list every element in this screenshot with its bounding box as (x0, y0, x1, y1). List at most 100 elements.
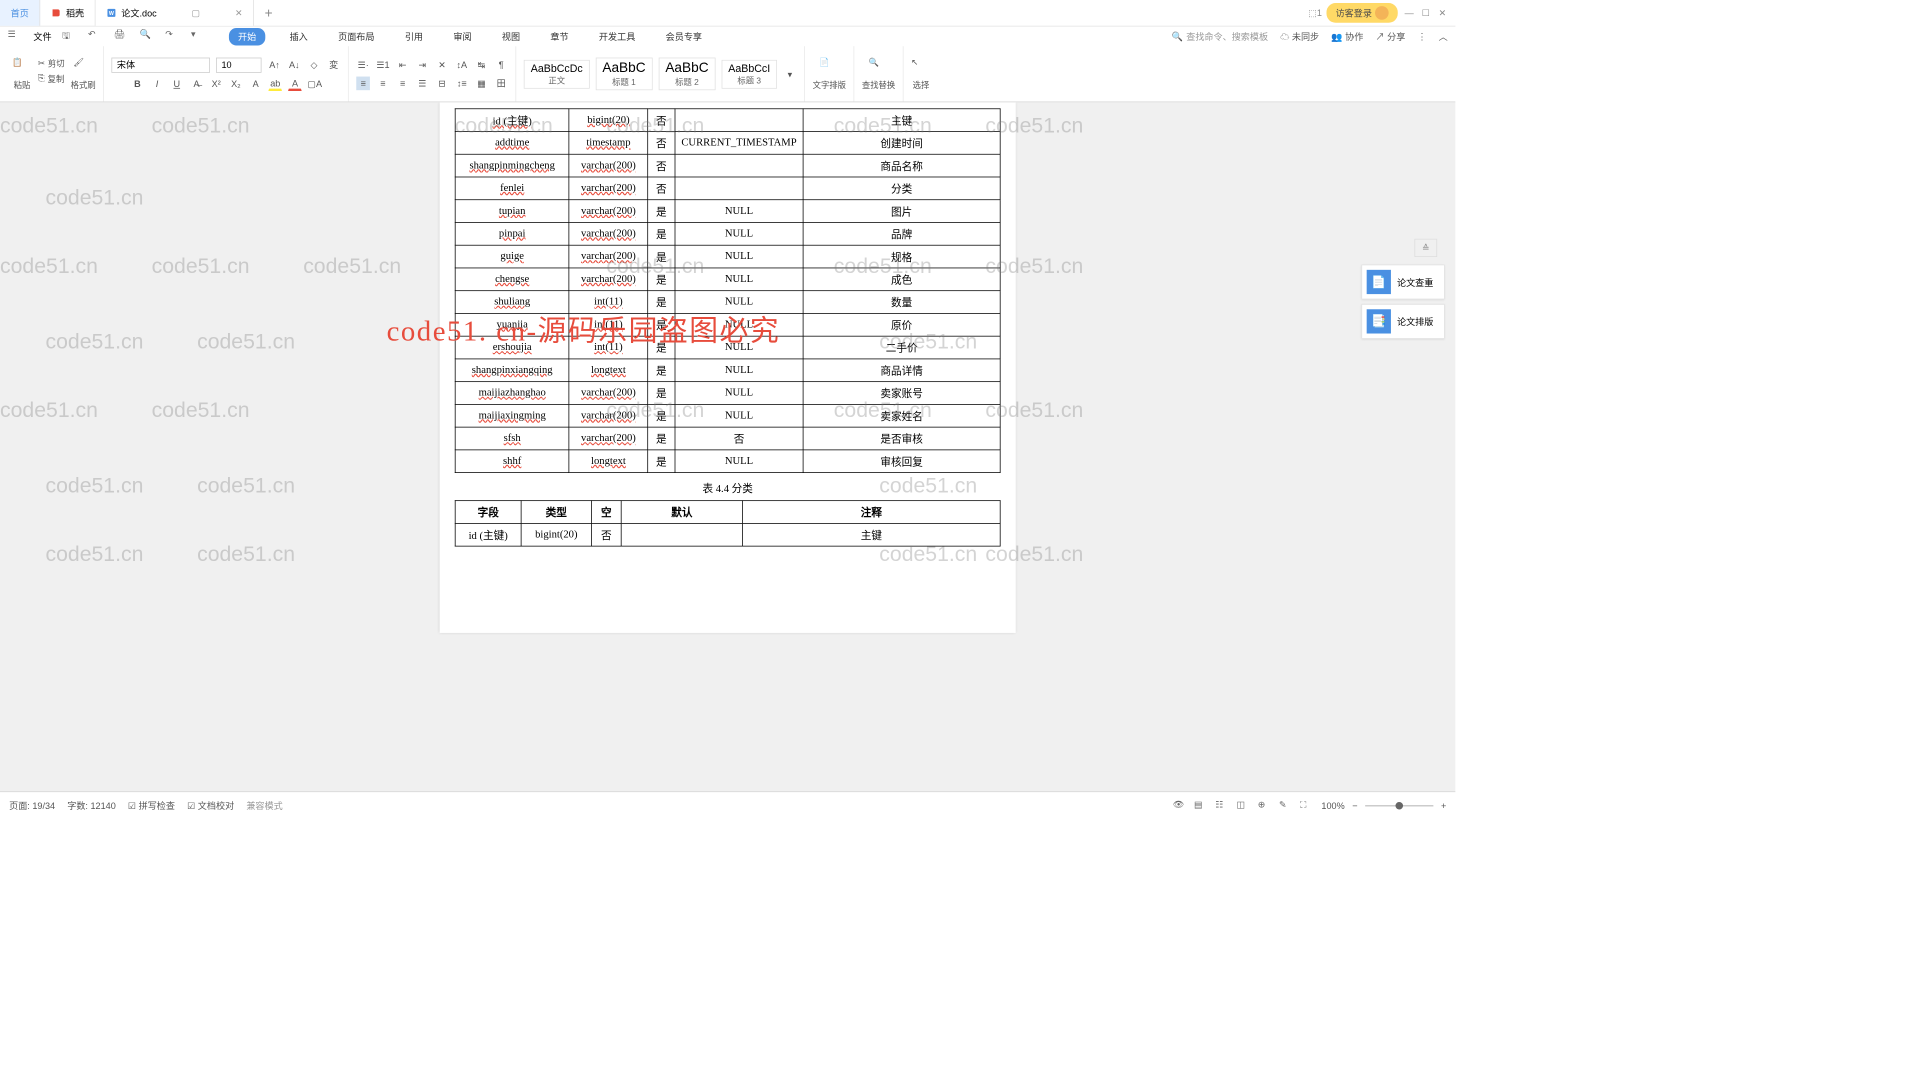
table-cell[interactable]: NULL (675, 336, 803, 359)
table-row[interactable]: guigevarchar(200)是NULL规格 (455, 245, 1000, 268)
table-cell[interactable]: 成色 (803, 268, 1000, 291)
zoom-percent[interactable]: 100% (1321, 800, 1344, 811)
table-1[interactable]: id (主键)bigint(20)否主键addtimetimestamp否CUR… (455, 108, 1001, 473)
fit-icon[interactable]: ⛶ (1300, 799, 1314, 813)
size-select[interactable] (216, 57, 261, 72)
align-right-icon[interactable]: ≡ (396, 76, 410, 90)
table-cell[interactable]: 审核回复 (803, 450, 1000, 473)
ribbon-tab-review[interactable]: 审阅 (447, 28, 477, 44)
side-check-button[interactable]: 📄 论文查重 (1361, 265, 1444, 300)
table-cell[interactable]: NULL (675, 268, 803, 291)
table-cell[interactable]: varchar(200) (569, 177, 647, 200)
borders-icon[interactable]: 田 (494, 76, 508, 90)
table-cell[interactable] (621, 523, 742, 546)
italic-icon[interactable]: I (150, 77, 164, 91)
table-cell[interactable]: int(11) (569, 313, 647, 336)
table-cell[interactable]: sfsh (455, 427, 569, 450)
collab-button[interactable]: 👥 协作 (1331, 30, 1363, 43)
table-row[interactable]: shuliangint(11)是NULL数量 (455, 291, 1000, 314)
collapse-ribbon-icon[interactable]: ︿ (1439, 30, 1448, 43)
table-cell[interactable]: shhf (455, 450, 569, 473)
table-cell[interactable]: 商品详情 (803, 359, 1000, 382)
table-cell[interactable]: 品牌 (803, 222, 1000, 245)
table-row[interactable]: fenleivarchar(200)否分类 (455, 177, 1000, 200)
table-cell[interactable]: varchar(200) (569, 222, 647, 245)
table-cell[interactable]: 否 (648, 132, 675, 155)
style-h2[interactable]: AaBbC标题 2 (659, 58, 716, 91)
minimize-icon[interactable]: — (1404, 8, 1415, 19)
table-row[interactable]: shangpinxiangqinglongtext是NULL商品详情 (455, 359, 1000, 382)
superscript-icon[interactable]: X² (209, 77, 223, 91)
proof-check[interactable]: ☑ 文档校对 (187, 799, 234, 812)
table-cell[interactable]: 否 (675, 427, 803, 450)
ribbon-tab-start[interactable]: 开始 (229, 28, 265, 45)
table-cell[interactable]: maijiaxingming (455, 404, 569, 427)
table-cell[interactable]: pinpai (455, 222, 569, 245)
table-cell[interactable]: NULL (675, 382, 803, 405)
ribbon-tab-insert[interactable]: 插入 (284, 28, 314, 44)
paste-button[interactable]: 📋 粘贴 (12, 57, 32, 90)
increase-font-icon[interactable]: A↑ (268, 58, 282, 72)
table-cell[interactable]: chengse (455, 268, 569, 291)
print-icon[interactable]: 🖨 (114, 29, 129, 44)
search-input[interactable]: 🔍 查找命令、搜索模板 (1172, 30, 1268, 43)
table-cell[interactable]: varchar(200) (569, 382, 647, 405)
table-2[interactable]: 字段 类型 空 默认 注释 id (主键)bigint(20)否主键 (455, 500, 1001, 546)
table-cell[interactable]: guige (455, 245, 569, 268)
table-cell[interactable]: 是 (648, 268, 675, 291)
subscript-icon[interactable]: X₂ (229, 77, 243, 91)
table-cell[interactable]: varchar(200) (569, 245, 647, 268)
eye-icon[interactable]: 👁 (1173, 799, 1187, 813)
shading-icon[interactable]: ▦ (475, 76, 489, 90)
table-cell[interactable]: longtext (569, 450, 647, 473)
page-view-icon[interactable]: ▤ (1194, 799, 1208, 813)
table-cell[interactable]: NULL (675, 359, 803, 382)
file-menu[interactable]: 文件 (33, 30, 51, 43)
table-row[interactable]: yuanjiaint(11)是NULL原价 (455, 313, 1000, 336)
table-cell[interactable]: timestamp (569, 132, 647, 155)
table-cell[interactable]: 是 (648, 200, 675, 223)
table-cell[interactable]: bigint(20) (521, 523, 591, 546)
distribute-icon[interactable]: ⊟ (435, 76, 449, 90)
share-button[interactable]: ↗ 分享 (1375, 30, 1405, 43)
outline-view-icon[interactable]: ☷ (1215, 799, 1229, 813)
table-cell[interactable]: shangpinmingcheng (455, 154, 569, 177)
underline-icon[interactable]: U (170, 77, 184, 91)
hamburger-icon[interactable]: ☰ (8, 29, 23, 44)
table-cell[interactable]: 图片 (803, 200, 1000, 223)
align-left-icon[interactable]: ≡ (356, 76, 370, 90)
table-cell[interactable]: NULL (675, 245, 803, 268)
table-cell[interactable]: int(11) (569, 336, 647, 359)
table-cell[interactable]: longtext (569, 359, 647, 382)
more-icon[interactable]: ▾ (191, 29, 206, 44)
bold-icon[interactable]: B (131, 77, 145, 91)
table-cell[interactable]: shangpinxiangqing (455, 359, 569, 382)
table-row[interactable]: tupianvarchar(200)是NULL图片 (455, 200, 1000, 223)
table-row[interactable]: id (主键)bigint(20)否主键 (455, 523, 1000, 546)
new-tab-button[interactable]: + (254, 0, 283, 26)
table-cell[interactable]: 数量 (803, 291, 1000, 314)
ribbon-tab-member[interactable]: 会员专享 (660, 28, 709, 44)
table-cell[interactable]: tupian (455, 200, 569, 223)
table-row[interactable]: shhflongtext是NULL审核回复 (455, 450, 1000, 473)
copy-button[interactable]: ⎘复制 (38, 72, 65, 84)
table-cell[interactable]: 二手价 (803, 336, 1000, 359)
undo-icon[interactable]: ↶ (88, 29, 103, 44)
unsync-button[interactable]: ☁ 未同步 (1280, 30, 1319, 43)
table-cell[interactable]: 否 (648, 109, 675, 132)
text-effects-icon[interactable]: A (249, 77, 263, 91)
table-cell[interactable]: NULL (675, 291, 803, 314)
maximize-icon[interactable]: ☐ (1420, 8, 1431, 19)
table-row[interactable]: chengsevarchar(200)是NULL成色 (455, 268, 1000, 291)
table-cell[interactable]: varchar(200) (569, 200, 647, 223)
tab-home[interactable]: 首页 (0, 0, 40, 26)
close-icon[interactable]: ✕ (1437, 8, 1448, 19)
table-cell[interactable]: 卖家姓名 (803, 404, 1000, 427)
font-select[interactable] (112, 57, 211, 72)
annotate-icon[interactable]: ✎ (1279, 799, 1293, 813)
table-cell[interactable]: 否 (648, 154, 675, 177)
table-cell[interactable]: id (主键) (455, 523, 521, 546)
numbering-icon[interactable]: ☰1 (376, 58, 390, 72)
style-h1[interactable]: AaBbC标题 1 (596, 58, 653, 91)
font-color-icon[interactable]: A (288, 77, 302, 91)
